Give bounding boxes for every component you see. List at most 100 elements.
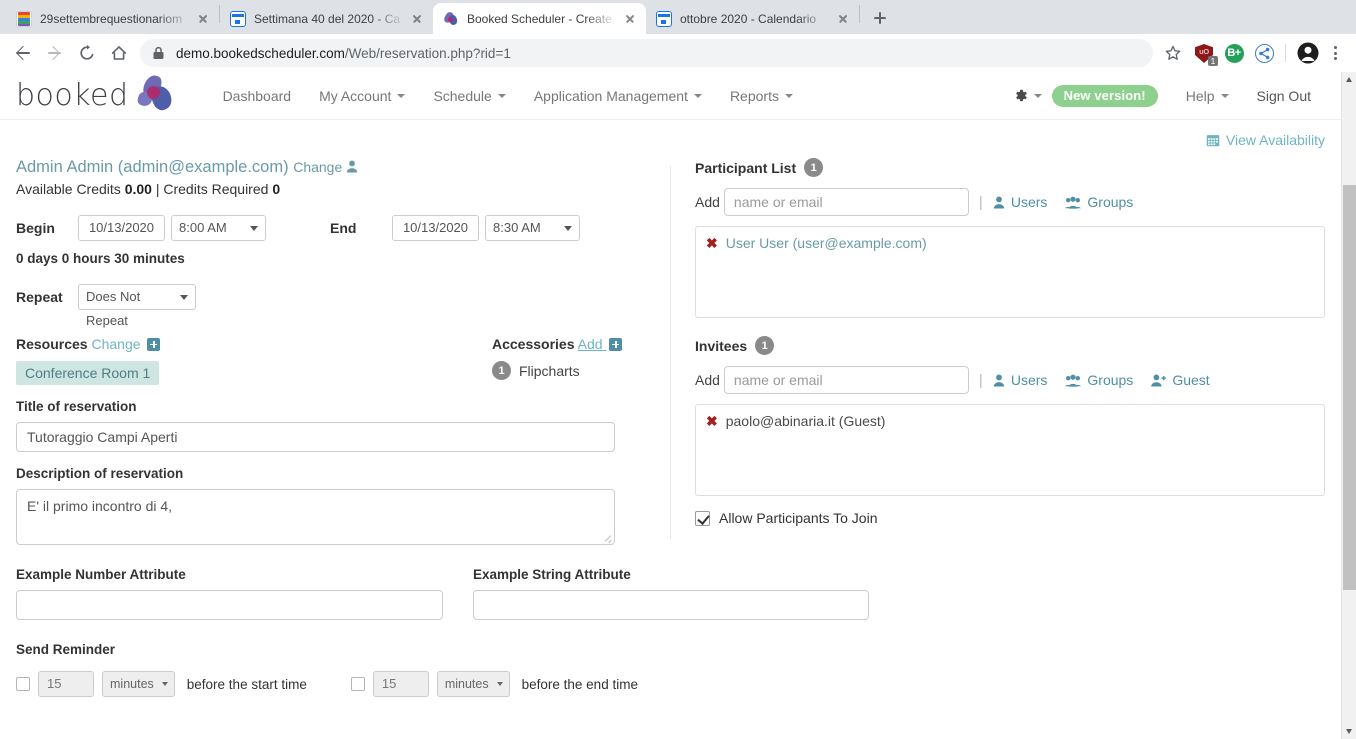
scroll-up-icon[interactable] bbox=[1342, 72, 1356, 87]
nav-item-sign-out[interactable]: Sign Out bbox=[1243, 82, 1325, 110]
page-scrollbar[interactable] bbox=[1341, 72, 1356, 739]
allow-participants-join-row[interactable]: Allow Participants To Join bbox=[695, 510, 1325, 526]
string-attribute-input[interactable] bbox=[473, 590, 869, 620]
invitee-list-box: ✖ paolo@abinaria.it (Guest) bbox=[695, 404, 1325, 496]
invitee-users-link[interactable]: Users bbox=[993, 372, 1047, 388]
close-icon[interactable] bbox=[195, 11, 211, 27]
repeat-select[interactable]: Does Not Repeat bbox=[78, 284, 196, 328]
close-icon[interactable] bbox=[622, 11, 638, 27]
nav-item-application-management[interactable]: Application Management bbox=[520, 82, 716, 110]
nav-item-my-account[interactable]: My Account bbox=[305, 82, 419, 110]
change-owner-label: Change bbox=[293, 159, 343, 175]
participant-search-input[interactable]: name or email bbox=[723, 188, 969, 216]
divider-pipe: | bbox=[978, 193, 983, 211]
custom-attributes-row: Example Number Attribute Example String … bbox=[16, 567, 1325, 620]
extension-ublock-origin-icon[interactable]: uO 1 bbox=[1191, 40, 1218, 66]
description-textarea[interactable]: E' il primo incontro di 4, bbox=[16, 489, 615, 545]
browser-menu-icon[interactable] bbox=[1322, 39, 1348, 67]
tab-separator bbox=[859, 5, 860, 23]
nav-label: Schedule bbox=[433, 87, 492, 104]
end-date-input[interactable]: 10/13/2020 bbox=[392, 215, 479, 241]
address-bar[interactable]: demo.bookedscheduler.com/Web/reservation… bbox=[140, 39, 1153, 67]
invitee-item: ✖ paolo@abinaria.it (Guest) bbox=[706, 413, 1314, 429]
change-resources-link[interactable]: Change bbox=[91, 336, 144, 352]
nav-label: Reports bbox=[729, 87, 779, 104]
invitee-name: paolo@abinaria.it (Guest) bbox=[725, 413, 886, 429]
number-attribute-label: Example Number Attribute bbox=[16, 567, 186, 582]
remove-icon[interactable]: ✖ bbox=[706, 414, 718, 428]
description-label: Description of reservation bbox=[16, 466, 184, 481]
invitee-search-input[interactable]: name or email bbox=[723, 366, 969, 394]
nav-item-reports[interactable]: Reports bbox=[716, 82, 807, 110]
end-reminder-unit-select[interactable]: minutes bbox=[436, 671, 510, 697]
new-version-badge[interactable]: New version! bbox=[1051, 84, 1158, 107]
new-tab-button[interactable] bbox=[866, 4, 894, 32]
browser-tab-2[interactable]: Settimana 40 del 2020 - Ca bbox=[220, 3, 433, 34]
close-icon[interactable] bbox=[409, 11, 425, 27]
participant-groups-link[interactable]: Groups bbox=[1065, 194, 1133, 210]
participant-groups-label: Groups bbox=[1087, 194, 1134, 210]
invitee-guest-link[interactable]: Guest bbox=[1151, 372, 1210, 388]
allow-participants-join-checkbox[interactable] bbox=[695, 510, 710, 526]
plus-icon[interactable] bbox=[147, 338, 161, 351]
extension-badge: 1 bbox=[1208, 56, 1218, 66]
start-reminder-unit-select[interactable]: minutes bbox=[102, 671, 175, 697]
browser-tab-1[interactable]: 29settembrequestionariom bbox=[6, 3, 219, 34]
scroll-down-icon[interactable] bbox=[1342, 724, 1356, 739]
browser-tab-3-active[interactable]: Booked Scheduler - Create bbox=[433, 3, 646, 34]
start-reminder-checkbox[interactable] bbox=[16, 677, 30, 691]
end-time-select[interactable]: 8:30 AM bbox=[485, 215, 580, 241]
tab-title: ottobre 2020 - Calendario bbox=[680, 11, 817, 26]
profile-avatar-icon[interactable] bbox=[1294, 39, 1322, 67]
send-reminder-label: Send Reminder bbox=[16, 642, 116, 657]
begin-date-input[interactable]: 10/13/2020 bbox=[78, 215, 165, 241]
extension-bitwarden-icon[interactable]: B+ bbox=[1221, 40, 1247, 66]
back-icon[interactable] bbox=[8, 38, 38, 68]
form-columns: Admin Admin (admin@example.com) Change A… bbox=[16, 158, 1325, 545]
nav-item-dashboard[interactable]: Dashboard bbox=[209, 82, 306, 110]
browser-tab-4[interactable]: ottobre 2020 - Calendario bbox=[646, 3, 859, 34]
begin-label: Begin bbox=[16, 220, 55, 236]
reload-icon[interactable] bbox=[72, 38, 102, 68]
resize-handle[interactable] bbox=[602, 532, 612, 542]
add-accessory-link[interactable]: Add bbox=[578, 336, 607, 352]
settings-menu[interactable] bbox=[1003, 82, 1052, 109]
resource-chip[interactable]: Conference Room 1 bbox=[16, 361, 160, 385]
nav-item-help[interactable]: Help bbox=[1172, 82, 1243, 110]
participant-users-link[interactable]: Users bbox=[993, 194, 1047, 210]
change-owner-link[interactable]: Change bbox=[293, 159, 358, 175]
resources-header: Resources Change bbox=[16, 336, 492, 352]
accessories-label: Accessories bbox=[492, 336, 575, 352]
invitee-guest-label: Guest bbox=[1172, 372, 1210, 388]
remove-icon[interactable]: ✖ bbox=[706, 236, 718, 250]
string-attribute-block: Example String Attribute bbox=[473, 567, 869, 620]
view-availability-link[interactable]: View Availability bbox=[1206, 132, 1325, 148]
start-reminder-text: before the start time bbox=[186, 676, 307, 692]
home-icon[interactable] bbox=[104, 38, 134, 68]
chevron-down-icon bbox=[397, 93, 406, 98]
allow-participants-join-label: Allow Participants To Join bbox=[719, 510, 878, 526]
nav-item-schedule[interactable]: Schedule bbox=[419, 82, 519, 110]
forward-icon[interactable] bbox=[40, 38, 70, 68]
close-icon[interactable] bbox=[835, 11, 851, 27]
nav-label: Sign Out bbox=[1256, 87, 1311, 104]
start-reminder-value-input[interactable]: 15 bbox=[38, 671, 94, 697]
invitee-groups-link[interactable]: Groups bbox=[1065, 372, 1133, 388]
chevron-down-icon bbox=[784, 93, 793, 98]
scrollbar-thumb[interactable] bbox=[1343, 185, 1356, 590]
accessories-header: Accessories Add bbox=[492, 336, 650, 352]
number-attribute-input[interactable] bbox=[16, 590, 443, 620]
plus-icon[interactable] bbox=[609, 338, 623, 351]
extension-share-icon[interactable] bbox=[1251, 40, 1277, 66]
browser-window: 29settembrequestionariom Settimana 40 de… bbox=[0, 0, 1356, 739]
title-input[interactable]: Tutoraggio Campi Aperti bbox=[16, 422, 615, 452]
app-logo[interactable]: booked bbox=[16, 72, 183, 118]
bookmark-star-icon[interactable] bbox=[1159, 39, 1187, 67]
invitees-heading: Invitees 1 bbox=[695, 336, 1325, 355]
browser-toolbar: demo.bookedscheduler.com/Web/reservation… bbox=[0, 34, 1356, 72]
end-reminder-checkbox[interactable] bbox=[350, 677, 365, 691]
end-reminder-value-input[interactable]: 15 bbox=[372, 671, 429, 697]
begin-time-select[interactable]: 8:00 AM bbox=[171, 215, 266, 241]
group-icon bbox=[1065, 196, 1082, 209]
extension-label: uO bbox=[1199, 47, 1209, 56]
